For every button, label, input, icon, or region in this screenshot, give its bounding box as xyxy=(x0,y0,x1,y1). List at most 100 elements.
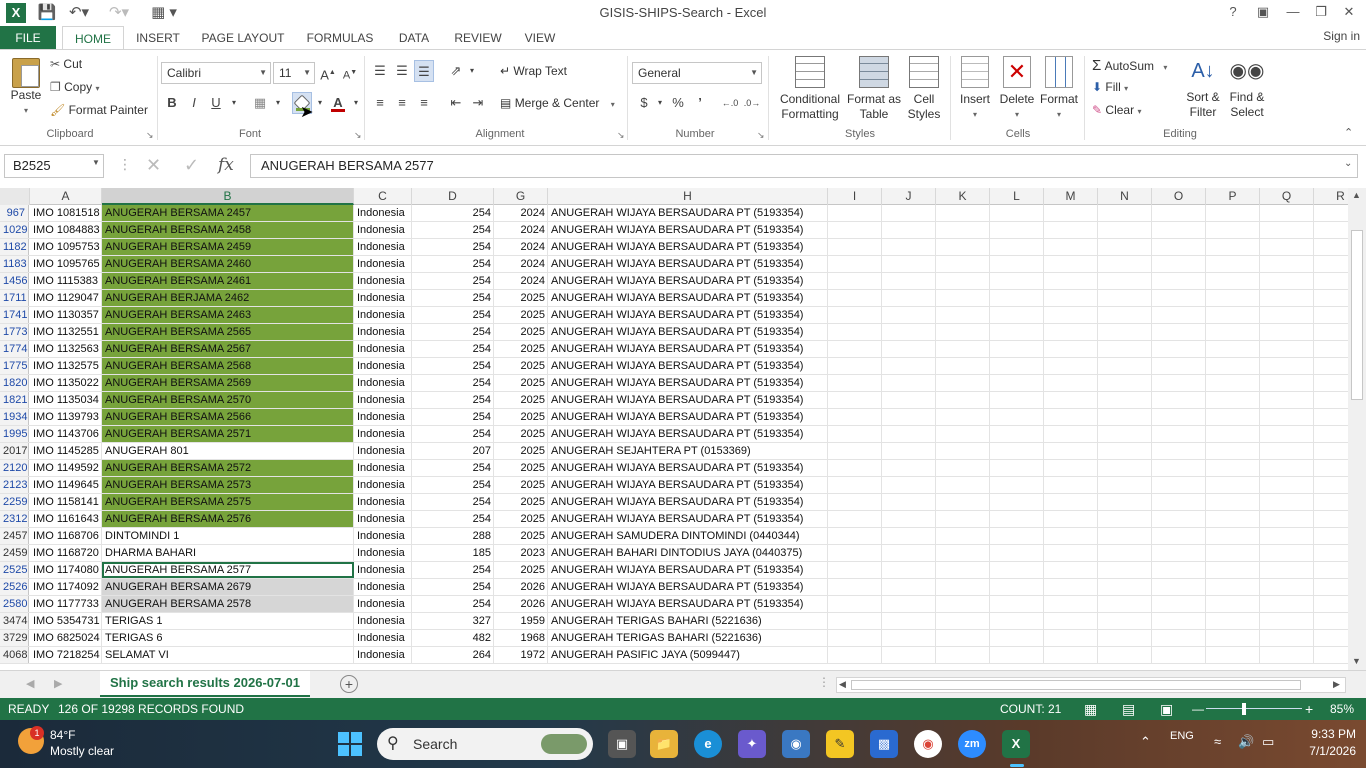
align-right-icon[interactable]: ≡ xyxy=(414,92,434,114)
delete-cells-button[interactable]: ✕ Delete ▾ xyxy=(996,56,1038,122)
empty-cell[interactable] xyxy=(882,596,936,612)
row-header[interactable]: 1995 xyxy=(0,426,29,442)
cancel-entry-icon[interactable]: ✕ xyxy=(146,155,161,176)
empty-cell[interactable] xyxy=(990,443,1044,459)
cell-c[interactable]: Indonesia xyxy=(354,375,412,391)
table-row[interactable]: 2459 IMO 1168720 DHARMA BAHARI Indonesia 185… xyxy=(0,545,1348,562)
cell-g[interactable]: 2025 xyxy=(494,307,548,323)
horizontal-scroll-thumb[interactable] xyxy=(851,680,1301,690)
clock-date[interactable]: 7/1/2026 xyxy=(1296,744,1356,758)
empty-cell[interactable] xyxy=(1206,596,1260,612)
clear-button[interactable]: ✎ Clear ▾ xyxy=(1092,103,1141,117)
tab-data[interactable]: DATA xyxy=(390,26,438,50)
cell-d[interactable]: 254 xyxy=(412,205,494,221)
new-sheet-icon[interactable]: + xyxy=(340,675,358,693)
cell-g[interactable]: 2025 xyxy=(494,341,548,357)
cell-g[interactable]: 2025 xyxy=(494,358,548,374)
row-header[interactable]: 3474 xyxy=(0,613,29,629)
empty-cell[interactable] xyxy=(936,579,990,595)
empty-cell[interactable] xyxy=(1314,562,1348,578)
cell-g[interactable]: 2025 xyxy=(494,528,548,544)
cell-c[interactable]: Indonesia xyxy=(354,477,412,493)
empty-cell[interactable] xyxy=(1152,647,1206,663)
cell-a[interactable]: IMO 1135034 xyxy=(30,392,102,408)
collapse-ribbon-icon[interactable]: ⌃ xyxy=(1344,126,1353,139)
close-icon[interactable]: ✕ xyxy=(1334,0,1364,24)
cell-b[interactable]: ANUGERAH BERSAMA 2578 xyxy=(102,596,354,612)
empty-cell[interactable] xyxy=(1152,494,1206,510)
empty-cell[interactable] xyxy=(828,307,882,323)
cell-a[interactable]: IMO 1132563 xyxy=(30,341,102,357)
empty-cell[interactable] xyxy=(1152,239,1206,255)
orientation-dropdown-icon[interactable]: ▾ xyxy=(462,60,482,82)
col-header-r[interactable]: R xyxy=(1314,188,1348,205)
empty-cell[interactable] xyxy=(1152,222,1206,238)
empty-cell[interactable] xyxy=(1098,528,1152,544)
empty-cell[interactable] xyxy=(990,290,1044,306)
empty-cell[interactable] xyxy=(828,358,882,374)
col-header-q[interactable]: Q xyxy=(1260,188,1314,205)
empty-cell[interactable] xyxy=(882,273,936,289)
cell-c[interactable]: Indonesia xyxy=(354,511,412,527)
empty-cell[interactable] xyxy=(1152,290,1206,306)
empty-cell[interactable] xyxy=(1206,290,1260,306)
tab-view[interactable]: VIEW xyxy=(516,26,564,50)
alignment-launcher-icon[interactable]: ↘ xyxy=(617,130,625,141)
cell-d[interactable]: 207 xyxy=(412,443,494,459)
table-row[interactable]: 4068 IMO 7218254 SELAMAT VI Indonesia 264 197… xyxy=(0,647,1348,664)
help-icon[interactable]: ? xyxy=(1218,0,1248,24)
zoom-in-icon[interactable]: + xyxy=(1305,698,1313,720)
empty-cell[interactable] xyxy=(828,341,882,357)
align-top-icon[interactable]: ☰ xyxy=(370,60,390,82)
empty-cell[interactable] xyxy=(828,545,882,561)
cell-g[interactable]: 2024 xyxy=(494,256,548,272)
cell-a[interactable]: IMO 6825024 xyxy=(30,630,102,646)
empty-cell[interactable] xyxy=(990,596,1044,612)
empty-cell[interactable] xyxy=(882,460,936,476)
empty-cell[interactable] xyxy=(1314,341,1348,357)
cell-g[interactable]: 2026 xyxy=(494,579,548,595)
scroll-down-icon[interactable]: ▼ xyxy=(1352,656,1361,666)
cell-c[interactable]: Indonesia xyxy=(354,630,412,646)
empty-cell[interactable] xyxy=(990,324,1044,340)
empty-cell[interactable] xyxy=(1098,613,1152,629)
empty-cell[interactable] xyxy=(990,307,1044,323)
zoom-out-icon[interactable]: — xyxy=(1192,698,1204,720)
row-header[interactable]: 2580 xyxy=(0,596,29,612)
empty-cell[interactable] xyxy=(1098,494,1152,510)
empty-cell[interactable] xyxy=(882,494,936,510)
cell-c[interactable]: Indonesia xyxy=(354,307,412,323)
cell-d[interactable]: 288 xyxy=(412,528,494,544)
empty-cell[interactable] xyxy=(1098,256,1152,272)
cell-d[interactable]: 254 xyxy=(412,324,494,340)
cell-b[interactable]: ANUGERAH BERSAMA 2573 xyxy=(102,477,354,493)
empty-cell[interactable] xyxy=(990,477,1044,493)
cell-a[interactable]: IMO 1177733 xyxy=(30,596,102,612)
find-select-button[interactable]: ◉◉ Find & Select xyxy=(1224,56,1270,120)
table-row[interactable]: 3474 IMO 5354731 TERIGAS 1 Indonesia 327 1959… xyxy=(0,613,1348,630)
empty-cell[interactable] xyxy=(882,545,936,561)
empty-cell[interactable] xyxy=(1260,222,1314,238)
conditional-formatting-button[interactable]: Conditional Formatting xyxy=(774,56,846,122)
cell-c[interactable]: Indonesia xyxy=(354,596,412,612)
empty-cell[interactable] xyxy=(1260,290,1314,306)
empty-cell[interactable] xyxy=(828,375,882,391)
empty-cell[interactable] xyxy=(1152,307,1206,323)
empty-cell[interactable] xyxy=(828,426,882,442)
cell-b[interactable]: ANUGERAH BERSAMA 2461 xyxy=(102,273,354,289)
empty-cell[interactable] xyxy=(990,630,1044,646)
cell-c[interactable]: Indonesia xyxy=(354,647,412,663)
cell-g[interactable]: 2025 xyxy=(494,494,548,510)
row-header[interactable]: 1029 xyxy=(0,222,29,238)
cell-b[interactable]: ANUGERAH BERSAMA 2460 xyxy=(102,256,354,272)
cell-a[interactable]: IMO 1161643 xyxy=(30,511,102,527)
empty-cell[interactable] xyxy=(1098,409,1152,425)
cell-b[interactable]: ANUGERAH BERSAMA 2570 xyxy=(102,392,354,408)
table-row[interactable]: 967 IMO 1081518 ANUGERAH BERSAMA 2457 Indon… xyxy=(0,205,1348,222)
empty-cell[interactable] xyxy=(828,324,882,340)
empty-cell[interactable] xyxy=(1152,256,1206,272)
underline-button[interactable]: U xyxy=(206,92,226,114)
cell-d[interactable]: 254 xyxy=(412,579,494,595)
cell-a[interactable]: IMO 1145285 xyxy=(30,443,102,459)
cell-c[interactable]: Indonesia xyxy=(354,562,412,578)
